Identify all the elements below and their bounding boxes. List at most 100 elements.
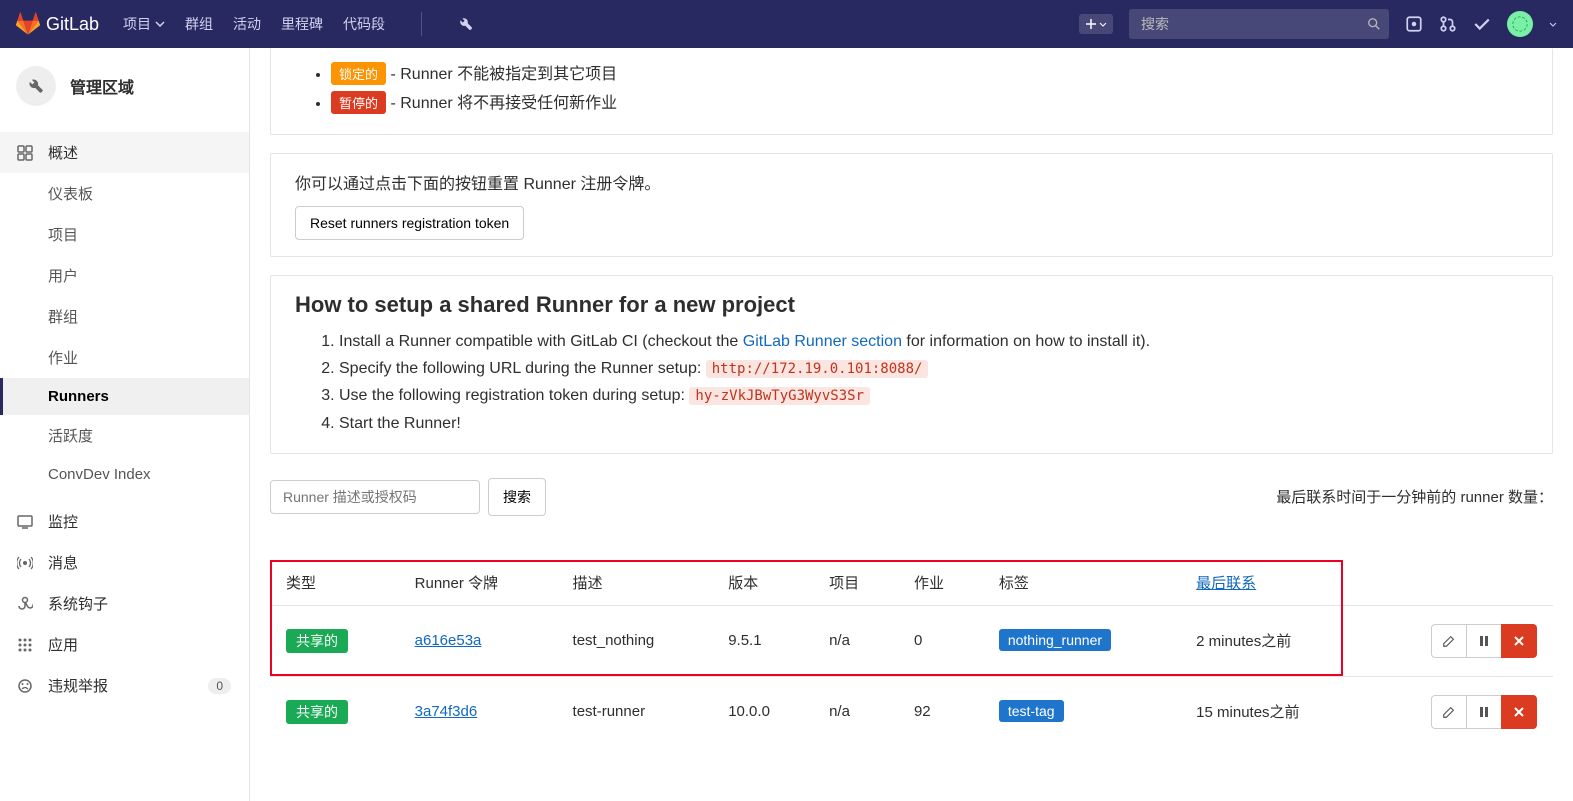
- th-token: Runner 令牌: [399, 560, 557, 606]
- sidebar-messages[interactable]: 消息: [0, 542, 249, 583]
- th-last[interactable]: 最后联系: [1180, 560, 1365, 606]
- header-right: [1079, 9, 1557, 39]
- howto-step2: Specify the following URL during the Run…: [339, 355, 1528, 382]
- shared-badge: 共享的: [286, 629, 348, 653]
- nav-links: 项目 群组 活动 里程碑 代码段: [123, 12, 474, 36]
- sidebar-users[interactable]: 用户: [0, 255, 249, 296]
- nav-activity[interactable]: 活动: [233, 14, 261, 34]
- table-row: 共享的 3a74f3d6 test-runner 10.0.0 n/a 92 t…: [270, 676, 1553, 747]
- gitlab-logo[interactable]: GitLab: [16, 12, 99, 36]
- abuse-icon: [16, 678, 34, 694]
- sidebar-title: 管理区域: [70, 74, 134, 98]
- runner-token-link[interactable]: a616e53a: [415, 632, 482, 649]
- th-jobs: 作业: [898, 560, 983, 606]
- tanuki-icon: [16, 12, 40, 36]
- howto-card: How to setup a shared Runner for a new p…: [270, 275, 1553, 454]
- sidebar-monitor[interactable]: 监控: [0, 501, 249, 542]
- wrench-icon: [16, 66, 56, 106]
- shared-badge: 共享的: [286, 700, 348, 724]
- runner-desc: test-runner: [557, 676, 713, 747]
- howto-step1: Install a Runner compatible with GitLab …: [339, 328, 1528, 355]
- runner-version: 9.5.1: [712, 605, 813, 676]
- apps-icon: [16, 637, 34, 653]
- th-desc: 描述: [557, 560, 713, 606]
- merge-requests-icon[interactable]: [1439, 15, 1457, 33]
- status-legend-card: 锁定的 - Runner 不能被指定到其它项目 暂停的 - Runner 将不再…: [270, 48, 1553, 135]
- sidebar: 管理区域 概述 仪表板 项目 用户 群组 作业 Runners 活跃度 Conv…: [0, 48, 250, 801]
- runner-jobs: 92: [898, 676, 983, 747]
- plus-icon: [1085, 18, 1097, 30]
- broadcast-icon: [16, 555, 34, 571]
- runners-table: 类型 Runner 令牌 描述 版本 项目 作业 标签 最后联系 共享的 a61…: [270, 560, 1553, 747]
- filter-search-button[interactable]: 搜索: [488, 478, 546, 516]
- admin-wrench-icon[interactable]: [458, 16, 474, 32]
- sidebar-dashboard[interactable]: 仪表板: [0, 173, 249, 214]
- nav-snippets[interactable]: 代码段: [343, 14, 385, 34]
- runner-projects: n/a: [813, 605, 898, 676]
- chevron-down-icon: [155, 21, 165, 27]
- howto-title: How to setup a shared Runner for a new p…: [295, 292, 1528, 318]
- issues-icon[interactable]: [1405, 15, 1423, 33]
- pause-icon: [1478, 706, 1490, 718]
- sidebar-jobs[interactable]: 作业: [0, 337, 249, 378]
- top-nav: GitLab 项目 群组 活动 里程碑 代码段: [0, 0, 1573, 48]
- pause-button[interactable]: [1466, 695, 1502, 729]
- runner-tag: nothing_runner: [999, 629, 1111, 651]
- reset-text: 你可以通过点击下面的按钮重置 Runner 注册令牌。: [295, 170, 1528, 194]
- th-tags: 标签: [983, 560, 1180, 606]
- filter-row: 搜索 最后联系时间于一分钟前的 runner 数量：: [270, 478, 1553, 516]
- reset-token-card: 你可以通过点击下面的按钮重置 Runner 注册令牌。 Reset runner…: [270, 153, 1553, 257]
- th-type: 类型: [270, 560, 399, 606]
- pause-button[interactable]: [1466, 624, 1502, 658]
- edit-button[interactable]: [1431, 695, 1467, 729]
- sidebar-overview[interactable]: 概述: [0, 132, 249, 173]
- main-content: 锁定的 - Runner 不能被指定到其它项目 暂停的 - Runner 将不再…: [250, 48, 1573, 787]
- user-avatar[interactable]: [1507, 11, 1533, 37]
- sidebar-runners[interactable]: Runners: [0, 378, 249, 415]
- runner-tag: test-tag: [999, 700, 1064, 722]
- nav-milestones[interactable]: 里程碑: [281, 14, 323, 34]
- delete-button[interactable]: [1501, 624, 1537, 658]
- setup-token: hy-zVkJBwTyG3WyvS3Sr: [689, 387, 870, 405]
- runner-section-link[interactable]: GitLab Runner section: [743, 333, 902, 350]
- nav-projects[interactable]: 项目: [123, 14, 165, 34]
- monitor-icon: [16, 514, 34, 530]
- search-icon: [1367, 17, 1381, 31]
- runner-jobs: 0: [898, 605, 983, 676]
- close-icon: [1513, 706, 1525, 718]
- runner-version: 10.0.0: [712, 676, 813, 747]
- th-projects: 项目: [813, 560, 898, 606]
- reset-token-button[interactable]: Reset runners registration token: [295, 206, 524, 240]
- close-icon: [1513, 635, 1525, 647]
- pencil-icon: [1442, 705, 1456, 719]
- delete-button[interactable]: [1501, 695, 1537, 729]
- edit-button[interactable]: [1431, 624, 1467, 658]
- runner-last: 15 minutes之前: [1180, 676, 1365, 747]
- nav-groups[interactable]: 群组: [185, 14, 213, 34]
- runner-token-link[interactable]: 3a74f3d6: [415, 703, 478, 720]
- table-row: 共享的 a616e53a test_nothing 9.5.1 n/a 0 no…: [270, 605, 1553, 676]
- howto-step4: Start the Runner!: [339, 410, 1528, 437]
- sidebar-projects[interactable]: 项目: [0, 214, 249, 255]
- legend-locked: 锁定的 - Runner 不能被指定到其它项目: [331, 60, 1528, 85]
- pencil-icon: [1442, 634, 1456, 648]
- todos-icon[interactable]: [1473, 15, 1491, 33]
- legend-paused: 暂停的 - Runner 将不再接受任何新作业: [331, 89, 1528, 114]
- hook-icon: [16, 596, 34, 612]
- sidebar-groups[interactable]: 群组: [0, 296, 249, 337]
- abuse-badge: 0: [208, 678, 231, 694]
- pause-icon: [1478, 635, 1490, 647]
- sidebar-apps[interactable]: 应用: [0, 624, 249, 665]
- sidebar-abuse[interactable]: 违规举报 0: [0, 665, 249, 706]
- sidebar-header: 管理区域: [0, 48, 249, 124]
- setup-url: http://172.19.0.101:8088/: [706, 360, 929, 378]
- filter-input[interactable]: [270, 480, 480, 514]
- search-input[interactable]: [1129, 9, 1389, 39]
- runner-last: 2 minutes之前: [1180, 605, 1365, 676]
- sidebar-convdev[interactable]: ConvDev Index: [0, 456, 249, 493]
- new-button[interactable]: [1079, 14, 1113, 34]
- runner-projects: n/a: [813, 676, 898, 747]
- sidebar-activity[interactable]: 活跃度: [0, 415, 249, 456]
- chevron-down-icon: [1099, 22, 1107, 27]
- sidebar-hooks[interactable]: 系统钩子: [0, 583, 249, 624]
